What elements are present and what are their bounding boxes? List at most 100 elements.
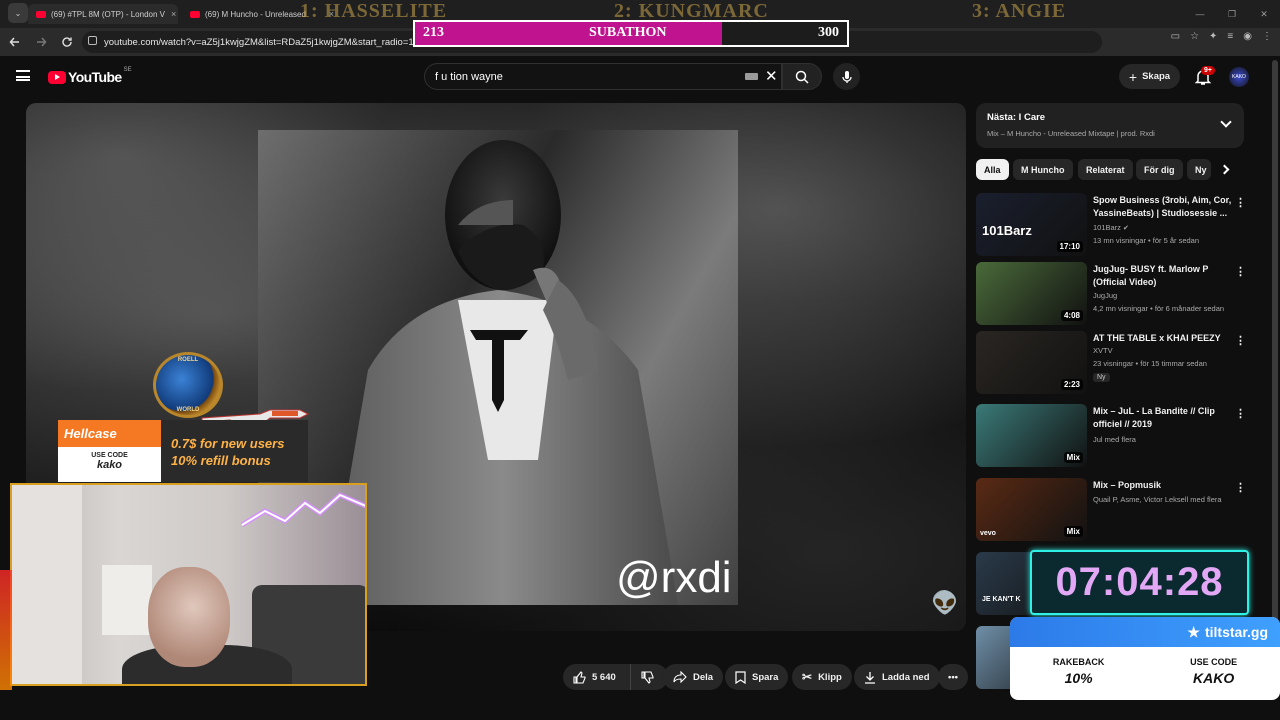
chip-related[interactable]: Relaterat xyxy=(1078,159,1133,180)
chip-for-you[interactable]: För dig xyxy=(1136,159,1183,180)
video-title[interactable]: Spow Business (3robi, Aim, Cor, YassineB… xyxy=(1093,194,1233,220)
video-thumbnail[interactable]: Mix xyxy=(976,404,1087,467)
recommended-video[interactable]: 2:23 AT THE TABLE x KHAI PEEZY XVTV 23 v… xyxy=(976,331,1246,395)
logo-text: YouTube xyxy=(68,69,122,85)
search-value: f u tion wayne xyxy=(435,70,503,83)
chip-new[interactable]: Ny xyxy=(1187,159,1211,180)
subathon-current: 213 xyxy=(423,25,444,40)
back-arrow-icon[interactable] xyxy=(4,31,26,53)
streamer-head xyxy=(148,567,230,667)
video-menu-icon[interactable]: ⋮ xyxy=(1235,407,1246,420)
thumbnail-text: JE KAN'T K xyxy=(982,596,1021,603)
channel-name[interactable]: Jul med flera xyxy=(1093,435,1136,444)
browser-menu-icon[interactable]: ⋮ xyxy=(1262,31,1272,42)
chevron-right-icon[interactable] xyxy=(1219,164,1230,175)
scissors-icon: ✂ xyxy=(802,670,813,684)
subathon-progress-bar: 213 SUBATHON 300 xyxy=(413,20,849,47)
streamer-webcam xyxy=(10,483,367,686)
search-button[interactable] xyxy=(782,63,822,90)
voice-search-button[interactable] xyxy=(833,63,860,90)
clip-button[interactable]: ✂ Klipp xyxy=(792,664,852,690)
account-avatar[interactable]: KAKO xyxy=(1229,67,1249,87)
video-thumbnail[interactable]: vevo Mix xyxy=(976,478,1087,541)
site-info-icon[interactable] xyxy=(88,36,97,45)
clear-search-icon[interactable]: ✕ xyxy=(765,67,778,85)
video-menu-icon[interactable]: ⋮ xyxy=(1235,265,1246,278)
video-title[interactable]: AT THE TABLE x KHAI PEEZY xyxy=(1093,332,1233,345)
neon-light-strip xyxy=(240,492,365,528)
rakeback-value: 10% xyxy=(1064,670,1093,686)
more-icon: ••• xyxy=(948,671,958,683)
tab-search-icon[interactable]: ⌄ xyxy=(8,3,28,23)
subathon-timer: 07:04:28 xyxy=(1030,550,1249,615)
youtube-logo[interactable]: YouTube SE xyxy=(48,67,132,85)
hellcase-offer-line-1: 0.7$ for new users xyxy=(171,436,285,451)
media-controls-icon[interactable]: ≡ xyxy=(1227,31,1233,42)
channel-name[interactable]: XVTV xyxy=(1093,346,1113,355)
tab-close-icon[interactable]: × xyxy=(165,9,176,19)
tiltstar-code: KAKO xyxy=(1192,670,1235,686)
globe-text-top: ROELL xyxy=(177,357,199,363)
save-button[interactable]: Spara xyxy=(725,664,789,690)
close-window-icon[interactable]: ✕ xyxy=(1248,0,1280,28)
microphone-icon xyxy=(841,70,852,83)
minimize-icon[interactable]: — xyxy=(1184,0,1216,28)
video-title[interactable]: Mix – JuL - La Bandite // Clip officiel … xyxy=(1093,405,1233,431)
plus-icon: + xyxy=(1128,68,1138,85)
share-arrow-icon xyxy=(673,671,687,683)
keyboard-icon[interactable] xyxy=(745,73,758,80)
recommended-video[interactable]: 101Barz 17:10 Spow Business (3robi, Aim,… xyxy=(976,193,1246,257)
region-code: SE xyxy=(123,67,132,73)
hellcase-logo-text: Hellcase xyxy=(64,426,117,441)
hellcase-promo: Hellcase USE CODE kako 0.7$ for new user… xyxy=(58,420,308,482)
up-next-panel[interactable]: Nästa: I Care Mix – M Huncho - Unrelease… xyxy=(976,103,1244,148)
recommended-video[interactable]: Mix Mix – JuL - La Bandite // Clip offic… xyxy=(976,404,1246,468)
extensions-icon[interactable]: ✦ xyxy=(1209,31,1217,42)
download-button[interactable]: Ladda ned xyxy=(854,664,940,690)
reload-icon[interactable] xyxy=(56,31,78,53)
video-duration: 2:23 xyxy=(1060,379,1083,390)
subathon-label: SUBATHON xyxy=(589,25,667,40)
video-title[interactable]: Mix – Popmusik xyxy=(1093,479,1233,492)
create-button[interactable]: + Skapa xyxy=(1119,64,1180,89)
download-icon xyxy=(865,671,875,684)
recommended-video[interactable]: 4:08 JugJug- BUSY ft. Marlow P (Official… xyxy=(976,262,1246,326)
browser-tab-1[interactable]: (69) #TPL 8M (OTP) - London V × xyxy=(28,4,178,24)
page-scrollbar[interactable] xyxy=(1272,60,1278,640)
video-thumbnail[interactable]: 101Barz 17:10 xyxy=(976,193,1087,256)
new-badge: Ny xyxy=(1093,373,1110,382)
profile-icon[interactable]: ◉ xyxy=(1243,31,1252,42)
channel-name[interactable]: 101Barz ✔ xyxy=(1093,223,1129,232)
search-input[interactable]: f u tion wayne ✕ xyxy=(424,63,782,90)
menu-hamburger-icon[interactable] xyxy=(16,70,30,81)
chip-all[interactable]: Alla xyxy=(976,159,1009,180)
more-actions-button[interactable]: ••• xyxy=(938,664,968,690)
search-icon xyxy=(795,70,809,84)
tiltstar-code-block: USE CODE KAKO xyxy=(1190,657,1237,686)
video-title[interactable]: JugJug- BUSY ft. Marlow P (Official Vide… xyxy=(1093,263,1233,289)
recommended-video[interactable]: vevo Mix Mix – Popmusik Quail P, Asme, V… xyxy=(976,478,1246,542)
video-thumbnail[interactable]: 4:08 xyxy=(976,262,1087,325)
fire-frame-effect xyxy=(0,570,12,690)
cast-icon[interactable]: ▭ xyxy=(1171,31,1180,42)
video-menu-icon[interactable]: ⋮ xyxy=(1235,481,1246,494)
video-watermark: @rxdi xyxy=(616,553,732,602)
subathon-progress-fill xyxy=(415,22,722,45)
channel-name[interactable]: JugJug xyxy=(1093,291,1117,300)
tiltstar-header: ★ tiltstar.gg xyxy=(1010,617,1280,647)
hellcase-brand: Hellcase xyxy=(58,420,161,447)
url-text: youtube.com/watch?v=aZ5j1kwjgZM&list=RDa… xyxy=(104,36,414,48)
video-duration: 4:08 xyxy=(1060,310,1083,321)
video-thumbnail[interactable]: 2:23 xyxy=(976,331,1087,394)
restore-icon[interactable]: ❐ xyxy=(1216,0,1248,28)
forward-arrow-icon[interactable] xyxy=(30,31,52,53)
channel-name[interactable]: Quail P, Asme, Victor Leksell med flera xyxy=(1093,495,1222,504)
drawer-cabinet xyxy=(102,565,152,635)
youtube-play-icon xyxy=(48,70,66,84)
tab-title: (69) #TPL 8M (OTP) - London V xyxy=(51,9,165,19)
video-menu-icon[interactable]: ⋮ xyxy=(1235,196,1246,209)
bookmark-star-icon[interactable]: ☆ xyxy=(1190,31,1199,42)
video-menu-icon[interactable]: ⋮ xyxy=(1235,334,1246,347)
share-button[interactable]: Dela xyxy=(663,664,724,690)
chip-m-huncho[interactable]: M Huncho xyxy=(1013,159,1073,180)
